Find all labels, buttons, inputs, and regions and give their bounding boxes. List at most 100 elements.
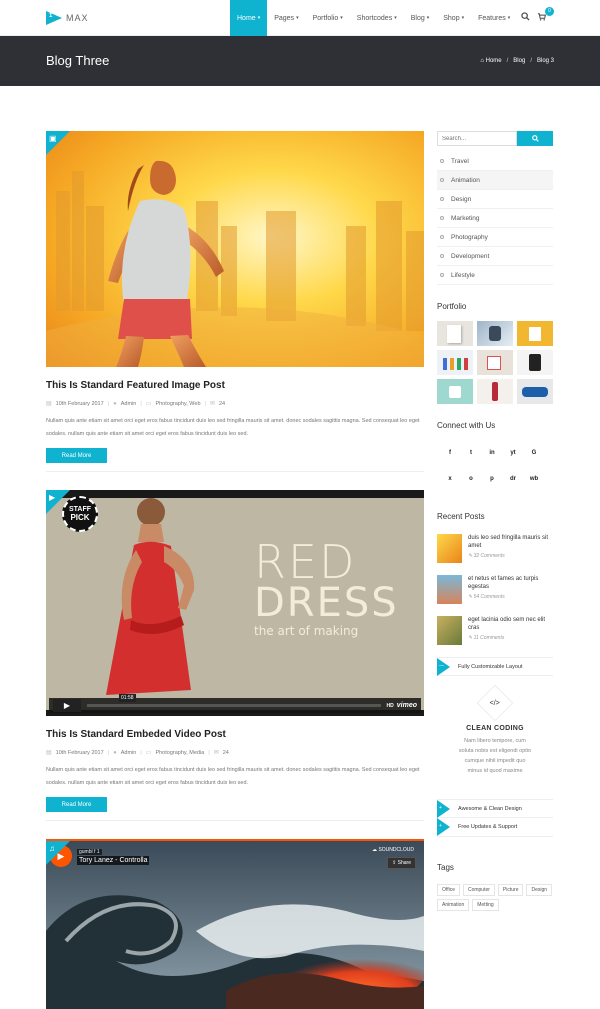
- post-author[interactable]: Admin: [121, 750, 137, 756]
- twitter-icon[interactable]: t: [464, 446, 478, 460]
- search-icon[interactable]: [521, 12, 530, 23]
- bullet-icon: [440, 197, 444, 201]
- read-more-button[interactable]: Read More: [46, 448, 107, 463]
- nav-pages[interactable]: Pages ▾: [267, 0, 305, 36]
- portfolio-thumb[interactable]: [517, 321, 553, 346]
- soundcloud-logo[interactable]: ☁ SOUNDCLOUD: [372, 847, 414, 853]
- portfolio-thumb[interactable]: [517, 379, 553, 404]
- pinterest-icon[interactable]: p: [485, 472, 499, 486]
- xing-icon[interactable]: x: [443, 472, 457, 486]
- breadcrumb-current: Blog 3: [536, 58, 554, 64]
- page-title: Blog Three: [46, 53, 110, 68]
- portfolio-thumb[interactable]: [517, 350, 553, 375]
- nav-portfolio[interactable]: Portfolio ▾: [306, 0, 350, 36]
- category-item[interactable]: Animation: [437, 171, 553, 190]
- post-categories[interactable]: Photography, Web: [155, 401, 200, 407]
- caret-down-icon: ▾: [507, 15, 511, 21]
- category-item[interactable]: Marketing: [437, 209, 553, 228]
- caret-down-icon: ▾: [426, 15, 430, 21]
- track-title[interactable]: Tory Lanez - Controlla: [77, 855, 150, 865]
- image-icon: ▣: [49, 134, 57, 143]
- post-author[interactable]: Admin: [121, 401, 137, 407]
- share-button[interactable]: ⇪ Share: [387, 857, 416, 869]
- tags-widget-title: Tags: [437, 863, 454, 872]
- read-more-button[interactable]: Read More: [46, 797, 107, 812]
- nav-home[interactable]: Home ▾: [230, 0, 268, 36]
- recent-post-thumb[interactable]: [437, 534, 462, 563]
- post-comments[interactable]: 24: [223, 750, 229, 756]
- tag[interactable]: Metting: [472, 899, 499, 911]
- arrow-right-icon: —: [437, 657, 450, 676]
- folder-icon: ▭: [145, 401, 152, 407]
- category-item[interactable]: Photography: [437, 228, 553, 247]
- caret-down-icon: ▾: [461, 15, 465, 21]
- breadcrumb-home[interactable]: ⌂ Home: [480, 58, 501, 64]
- nav-features[interactable]: Features ▾: [471, 0, 517, 36]
- post-categories[interactable]: Photography, Media: [155, 750, 204, 756]
- search-input[interactable]: [437, 131, 517, 146]
- youtube-icon[interactable]: yt: [506, 446, 520, 460]
- tag[interactable]: Design: [526, 884, 553, 896]
- category-item[interactable]: Development: [437, 247, 553, 266]
- recent-post[interactable]: duis leo sed fringilla mauris sit amet ✎…: [437, 534, 553, 563]
- tag[interactable]: Animation: [437, 899, 470, 911]
- tag[interactable]: Picture: [497, 884, 524, 896]
- portfolio-thumb[interactable]: [437, 350, 473, 375]
- nav-blog[interactable]: Blog ▾: [404, 0, 437, 36]
- post-title[interactable]: This Is Standard Featured Image Post: [46, 380, 424, 391]
- logo[interactable]: 1 MAX: [46, 11, 89, 25]
- bullet-icon: [440, 159, 444, 163]
- tag[interactable]: Office: [437, 884, 460, 896]
- main-nav: Home ▾ Pages ▾ Portfolio ▾ Shortcodes ▾ Blog…: [230, 0, 517, 36]
- logo-mark-icon: 1: [46, 11, 62, 25]
- recent-post-title[interactable]: et netus et fames ac turpis egestas: [468, 575, 553, 591]
- video-controls: ▶ 01:58 HD vimeo: [49, 694, 421, 713]
- video-icon: ▶: [49, 493, 56, 502]
- portfolio-thumb[interactable]: [437, 379, 473, 404]
- recent-post-comments: ✎ 54 Comments: [468, 594, 505, 600]
- comment-icon: ✎: [468, 553, 473, 559]
- recent-posts-title: Recent Posts: [437, 512, 485, 521]
- breadcrumb-blog[interactable]: Blog: [513, 58, 525, 64]
- linkedin-icon[interactable]: in: [485, 446, 499, 460]
- portfolio-thumb[interactable]: [477, 321, 513, 346]
- recent-post-thumb[interactable]: [437, 575, 462, 604]
- play-button[interactable]: ▶: [53, 699, 81, 712]
- track-user[interactable]: gumbl f 1: [77, 848, 102, 855]
- breadcrumb-separator: /: [506, 58, 509, 64]
- divider: [46, 471, 424, 472]
- recent-post-comments: ✎ 11 Comments: [468, 635, 505, 641]
- nav-shop[interactable]: Shop ▾: [436, 0, 471, 36]
- portfolio-thumb[interactable]: [437, 321, 473, 346]
- weibo-icon[interactable]: wb: [527, 472, 541, 486]
- category-item[interactable]: Lifestyle: [437, 266, 553, 285]
- hd-toggle[interactable]: HD: [387, 703, 394, 709]
- post-comments[interactable]: 24: [219, 401, 225, 407]
- recent-post[interactable]: et netus et fames ac turpis egestas ✎ 54…: [437, 575, 553, 604]
- recent-post-title[interactable]: duis leo sed fringilla mauris sit amet: [468, 534, 553, 550]
- dribbble-icon[interactable]: dr: [506, 472, 520, 486]
- category-item[interactable]: Design: [437, 190, 553, 209]
- post-audio[interactable]: ▶ gumbl f 1 Tory Lanez - Controlla ☁ SOU…: [46, 839, 424, 1009]
- vimeo-logo[interactable]: vimeo: [397, 702, 417, 709]
- post-featured-image[interactable]: ▣: [46, 131, 424, 367]
- recent-post-thumb[interactable]: [437, 616, 462, 645]
- cart-icon[interactable]: 0: [537, 7, 554, 23]
- video-progress[interactable]: 01:58: [87, 694, 381, 707]
- portfolio-thumb[interactable]: [477, 350, 513, 375]
- cart-count-badge: 0: [545, 7, 554, 16]
- portfolio-thumb[interactable]: [477, 379, 513, 404]
- bullet-icon: [440, 273, 444, 277]
- opera-icon[interactable]: o: [464, 472, 478, 486]
- google-icon[interactable]: G: [527, 446, 541, 460]
- recent-post[interactable]: eget lacinia odio sem nec elit cras ✎ 11…: [437, 616, 553, 645]
- recent-post-title[interactable]: eget lacinia odio sem nec elit cras: [468, 616, 553, 632]
- post-date: 10th February 2017: [55, 400, 104, 407]
- tag[interactable]: Computer: [462, 884, 495, 896]
- search-button[interactable]: [517, 131, 553, 146]
- post-video[interactable]: RED DRESS the art of making STAFF PICK ▶…: [46, 490, 424, 716]
- nav-shortcodes[interactable]: Shortcodes ▾: [350, 0, 404, 36]
- category-item[interactable]: Travel: [437, 152, 553, 171]
- facebook-icon[interactable]: f: [443, 446, 457, 460]
- post-title[interactable]: This Is Standard Embeded Video Post: [46, 729, 424, 740]
